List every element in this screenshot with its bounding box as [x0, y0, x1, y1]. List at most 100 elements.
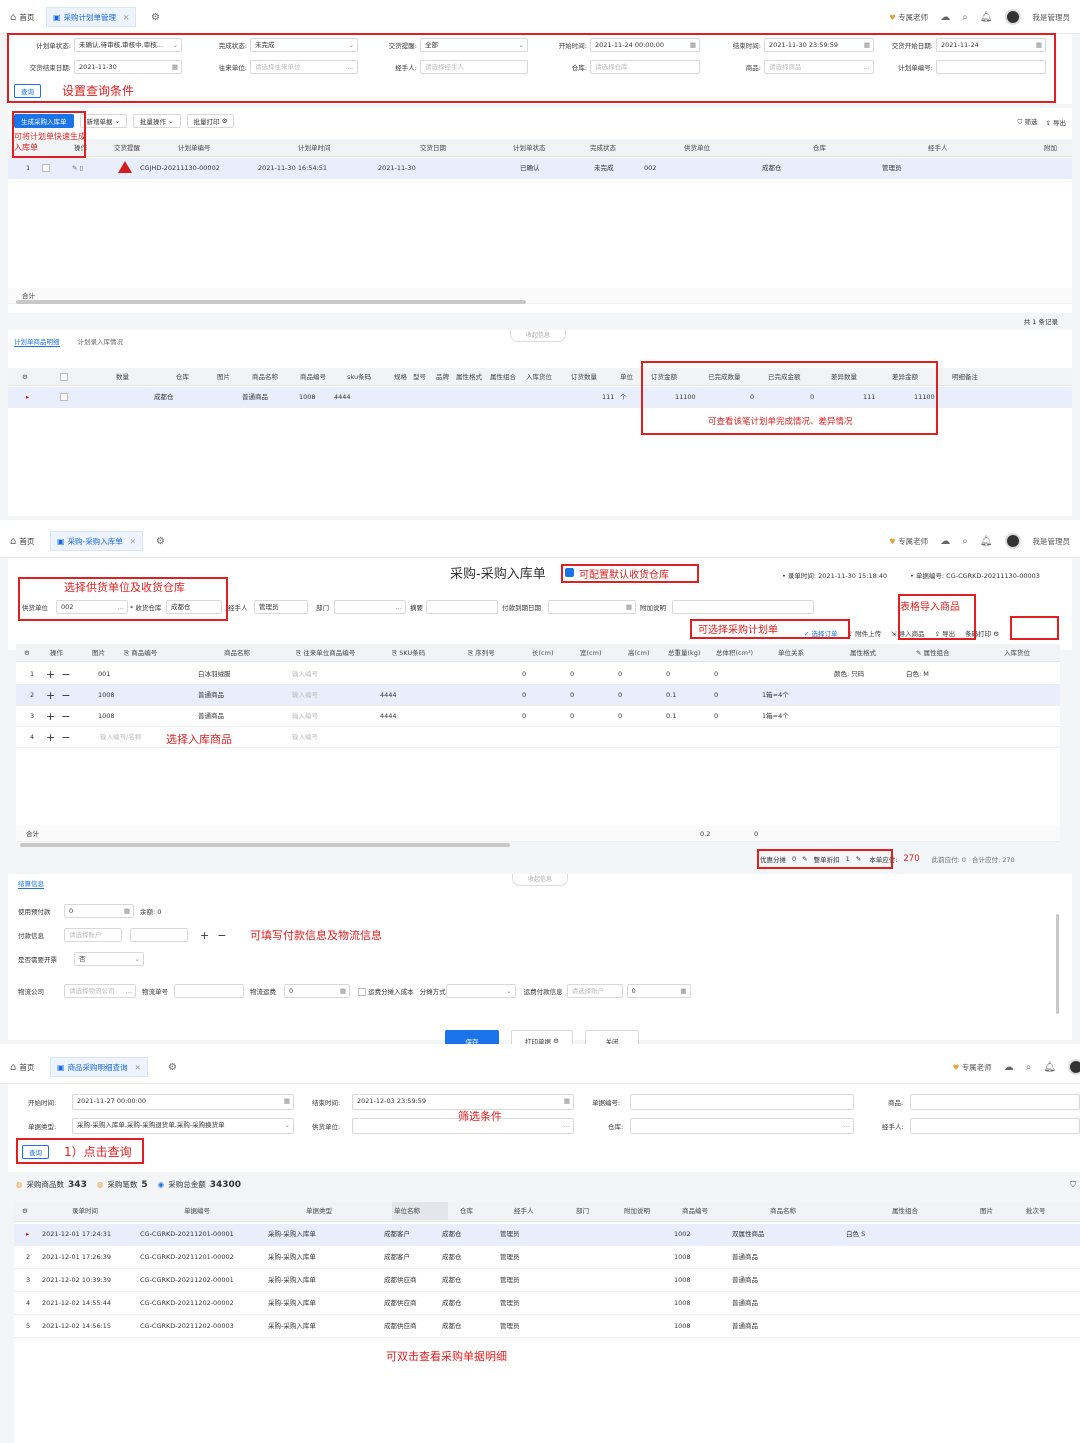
- freight-amount-input[interactable]: 0 ▦: [626, 984, 691, 998]
- tab-home[interactable]: ⌂ 首页: [4, 1057, 40, 1077]
- cloud-icon[interactable]: ☁: [940, 536, 950, 547]
- warehouse-select[interactable]: 请选择仓库: [590, 60, 700, 74]
- table-row[interactable]: 5 2021-12-02 14:56:15 CG-CGRKD-20211202-…: [14, 1316, 1080, 1338]
- partner-select[interactable]: 请选择往来单位…: [250, 60, 358, 74]
- close-icon[interactable]: ✕: [123, 13, 129, 22]
- end-time-input[interactable]: 2021-11-30 23:59:59 ▦: [764, 38, 874, 52]
- table-row[interactable]: 2 2021-12-01 17:26:39 CG-CGRKD-20211201-…: [14, 1247, 1080, 1269]
- remark-input[interactable]: [672, 600, 814, 614]
- start-time-input[interactable]: 2021-11-27 00:00:00 ▦: [72, 1094, 294, 1110]
- add-remove-icons[interactable]: +−: [200, 929, 234, 942]
- freight-input[interactable]: 0 ▦: [284, 984, 350, 998]
- bell-icon[interactable]: 🔔︎: [980, 536, 993, 547]
- teacher-link[interactable]: ♥ 专属老师: [889, 536, 928, 547]
- add-remove-icons[interactable]: +−: [46, 664, 76, 685]
- filter-button[interactable]: ⛉ 筛选: [1018, 116, 1038, 127]
- search-icon[interactable]: ⌕: [1026, 1062, 1032, 1073]
- settings-tab[interactable]: ⚙: [145, 7, 166, 27]
- delivery-start-date-input[interactable]: 2021-11-24 ▦: [936, 38, 1046, 52]
- freight-cost-checkbox[interactable]: [358, 988, 366, 996]
- export-button[interactable]: ⇪ 导出: [935, 628, 956, 638]
- detail-row[interactable]: ▸ 成都仓 普通商品 1008 4444 111 个 11100 0 0 111…: [8, 387, 1072, 408]
- invoice-select[interactable]: 否 ⌄: [74, 952, 144, 966]
- horizontal-scrollbar[interactable]: [16, 300, 526, 304]
- supplier-input[interactable]: 002…: [56, 600, 128, 614]
- avatar[interactable]: [1068, 1059, 1080, 1075]
- delivery-reminder-select[interactable]: 全部 ⌄: [420, 38, 528, 52]
- tab-plan-inbound[interactable]: 计划录入库情况: [78, 336, 124, 347]
- prepayment-input[interactable]: 0 ▦: [64, 904, 134, 918]
- allocation-method-select[interactable]: ⌄: [445, 984, 516, 998]
- tab-home[interactable]: ⌂ 首页: [4, 7, 40, 27]
- add-remove-icons[interactable]: +−: [46, 706, 76, 727]
- gear-icon[interactable]: ⚙: [22, 1202, 28, 1220]
- avatar[interactable]: [1004, 9, 1021, 25]
- generate-inbound-button[interactable]: 生成采购入库单: [14, 114, 74, 128]
- add-remove-icons[interactable]: +−: [46, 685, 76, 706]
- settings-tab[interactable]: ⚙: [150, 531, 171, 551]
- table-row[interactable]: 1 +− 001 白冰羽绒服 输入编号 0 0 0 0 0 颜色: 只码 白色:…: [16, 664, 1060, 685]
- table-row[interactable]: 4 2021-12-02 14:55:44 CG-CGRKD-20211202-…: [14, 1293, 1080, 1315]
- barcode-print-button[interactable]: 条码打印 ⚙: [965, 628, 999, 638]
- print-document-button[interactable]: 打印单据 ⚙: [511, 1030, 573, 1044]
- table-row[interactable]: 3 2021-12-02 10:39:39 CG-CGRKD-20211202-…: [14, 1270, 1080, 1292]
- gear-icon[interactable]: ⚙: [22, 368, 28, 386]
- product-select[interactable]: 请选择商品…: [764, 60, 874, 74]
- product-input[interactable]: [910, 1094, 1080, 1110]
- select-all-checkbox[interactable]: [60, 373, 68, 381]
- logistics-company-select[interactable]: 请选择物流公司…: [64, 984, 136, 998]
- table-row[interactable]: 1 ✎ ▯ CGJHD-20211130-00002 2021-11-30 16…: [8, 158, 1072, 179]
- settings-tab[interactable]: ⚙: [162, 1057, 183, 1077]
- add-remove-icons[interactable]: +−: [46, 727, 76, 748]
- import-goods-button[interactable]: ⇲ 导入商品: [891, 628, 925, 638]
- tab-purchase-detail[interactable]: ▣ 商品采购明细查询 ✕: [50, 1057, 148, 1077]
- filter-icon[interactable]: ⛉: [1070, 1180, 1076, 1190]
- user-name[interactable]: 我是管理员: [1033, 12, 1071, 23]
- start-time-input[interactable]: 2021-11-24 00:00:00 ▦: [590, 38, 700, 52]
- save-button[interactable]: 保存: [445, 1030, 499, 1044]
- select-order-button[interactable]: ✓ 选择订单: [804, 628, 838, 638]
- receiving-warehouse-input[interactable]: 成都仓: [166, 600, 222, 614]
- user-name[interactable]: 我是管理员: [1033, 536, 1071, 547]
- search-icon[interactable]: ⌕: [962, 12, 968, 23]
- batch-print-button[interactable]: 批量打印 ⚙: [186, 114, 235, 128]
- close-icon[interactable]: ✕: [130, 537, 136, 546]
- cloud-icon[interactable]: ☁: [940, 12, 950, 23]
- horizontal-scrollbar[interactable]: [20, 843, 510, 847]
- handler-select[interactable]: 请选择经手人: [420, 60, 528, 74]
- payment-amount-input[interactable]: [130, 928, 188, 942]
- doc-number-input[interactable]: [630, 1094, 854, 1110]
- table-row[interactable]: 2 +− 1008 普通商品 输入编号 4444 0 0 0 0.1 0 1箱=…: [16, 685, 1060, 706]
- row-checkbox[interactable]: [60, 393, 68, 401]
- freight-account-select[interactable]: 请选择账户: [566, 984, 623, 998]
- edit-icon[interactable]: ✎ ▯: [72, 158, 83, 179]
- handler-select[interactable]: [910, 1118, 1080, 1134]
- new-document-button[interactable]: 新增单据 ⌄: [79, 114, 128, 128]
- batch-operation-button[interactable]: 批量操作 ⌄: [133, 114, 181, 128]
- tab-home[interactable]: ⌂ 首页: [4, 531, 40, 551]
- cloud-icon[interactable]: ☁: [1004, 1062, 1014, 1073]
- gear-icon[interactable]: ⚙: [24, 644, 30, 662]
- doc-type-select[interactable]: 采购-采购入库单,采购-采购退货单,采购-采购换货单 ⌄: [72, 1118, 294, 1134]
- vertical-scrollbar[interactable]: [1056, 914, 1059, 1014]
- tab-settlement[interactable]: 结算信息: [18, 878, 44, 889]
- teacher-link[interactable]: ♥ 专属老师: [953, 1062, 992, 1073]
- close-button[interactable]: 关闭: [585, 1030, 639, 1044]
- upload-attachment-button[interactable]: ⇧ 附件上传: [848, 628, 882, 638]
- search-icon[interactable]: ⌕: [962, 536, 968, 547]
- complete-status-select[interactable]: 未完成 ⌄: [250, 38, 358, 52]
- collapse-toggle[interactable]: 收起信息: [510, 330, 566, 342]
- edit-icon[interactable]: ✎: [856, 855, 861, 863]
- handler-input[interactable]: 管理员: [254, 600, 308, 614]
- export-button[interactable]: ⇪ 导出: [1045, 117, 1066, 127]
- delivery-end-date-input[interactable]: 2021-11-30 ▦: [74, 60, 182, 74]
- teacher-link[interactable]: ♥ 专属老师: [889, 12, 928, 23]
- plan-code-input[interactable]: [936, 60, 1046, 74]
- table-row[interactable]: ▸ 2021-12-01 17:24:31 CG-CGRKD-20211201-…: [14, 1224, 1080, 1246]
- payment-due-date-input[interactable]: ▦: [548, 600, 636, 614]
- edit-icon[interactable]: ✎: [802, 855, 807, 863]
- table-row[interactable]: 3 +− 1008 普通商品 输入编号 4444 0 0 0 0.1 0 1箱=…: [16, 706, 1060, 727]
- department-input[interactable]: …: [334, 600, 406, 614]
- payment-account-select[interactable]: 请选择账户: [64, 928, 122, 942]
- tab-inbound[interactable]: ▣ 采购-采购入库单 ✕: [50, 531, 144, 551]
